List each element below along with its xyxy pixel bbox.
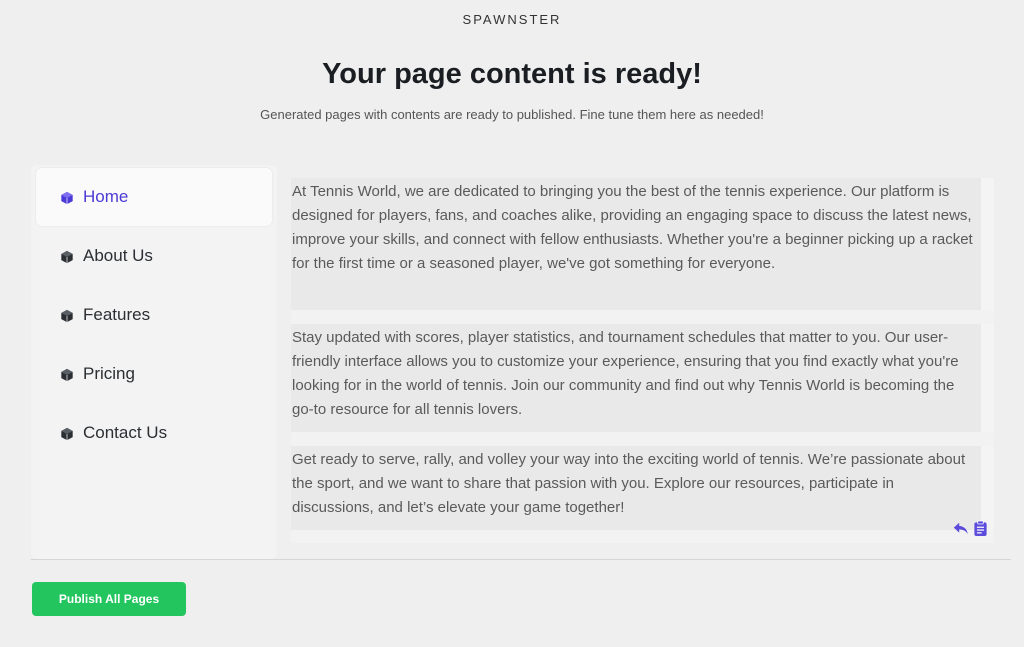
paragraph-block-2[interactable]: Stay updated with scores, player statist… bbox=[291, 324, 981, 432]
editor-edge bbox=[981, 178, 994, 543]
content-editor: At Tennis World, we are dedicated to bri… bbox=[291, 178, 994, 543]
page-subtitle: Generated pages with contents are ready … bbox=[260, 107, 764, 122]
clipboard-icon[interactable] bbox=[973, 520, 988, 542]
sidebar-item-label: Pricing bbox=[83, 364, 135, 383]
cube-icon bbox=[60, 249, 74, 264]
page: SPAWNSTER Your page content is ready! Ge… bbox=[0, 0, 1024, 647]
sidebar-item-pricing[interactable]: Pricing bbox=[36, 345, 272, 403]
divider bbox=[31, 559, 1011, 560]
sidebar-item-label: Home bbox=[83, 187, 129, 206]
cube-icon bbox=[60, 426, 74, 441]
sidebar-item-home[interactable]: Home bbox=[36, 168, 272, 226]
page-title: Your page content is ready! bbox=[322, 58, 702, 90]
block-separator bbox=[291, 432, 994, 446]
cube-icon bbox=[60, 190, 74, 205]
sidebar-item-label: Contact Us bbox=[83, 423, 168, 442]
sidebar-item-features[interactable]: Features bbox=[36, 286, 272, 344]
sidebar-item-label: About Us bbox=[83, 246, 153, 265]
content-actions bbox=[951, 520, 993, 543]
undo-icon[interactable] bbox=[951, 520, 971, 543]
publish-all-pages-button[interactable]: Publish All Pages bbox=[32, 582, 186, 616]
block-separator bbox=[291, 530, 994, 543]
cube-icon bbox=[60, 308, 74, 323]
sidebar-item-about-us[interactable]: About Us bbox=[36, 227, 272, 285]
block-separator bbox=[291, 310, 994, 324]
cube-icon bbox=[60, 367, 74, 382]
sidebar-item-label: Features bbox=[83, 305, 151, 324]
sidebar-item-contact-us[interactable]: Contact Us bbox=[36, 404, 272, 462]
brand-logo-text: SPAWNSTER bbox=[462, 12, 562, 27]
sidebar: Home About Us Features Pricing Contact U… bbox=[31, 165, 277, 559]
paragraph-block-3[interactable]: Get ready to serve, rally, and volley yo… bbox=[291, 446, 981, 530]
paragraph-block-1[interactable]: At Tennis World, we are dedicated to bri… bbox=[291, 178, 981, 310]
